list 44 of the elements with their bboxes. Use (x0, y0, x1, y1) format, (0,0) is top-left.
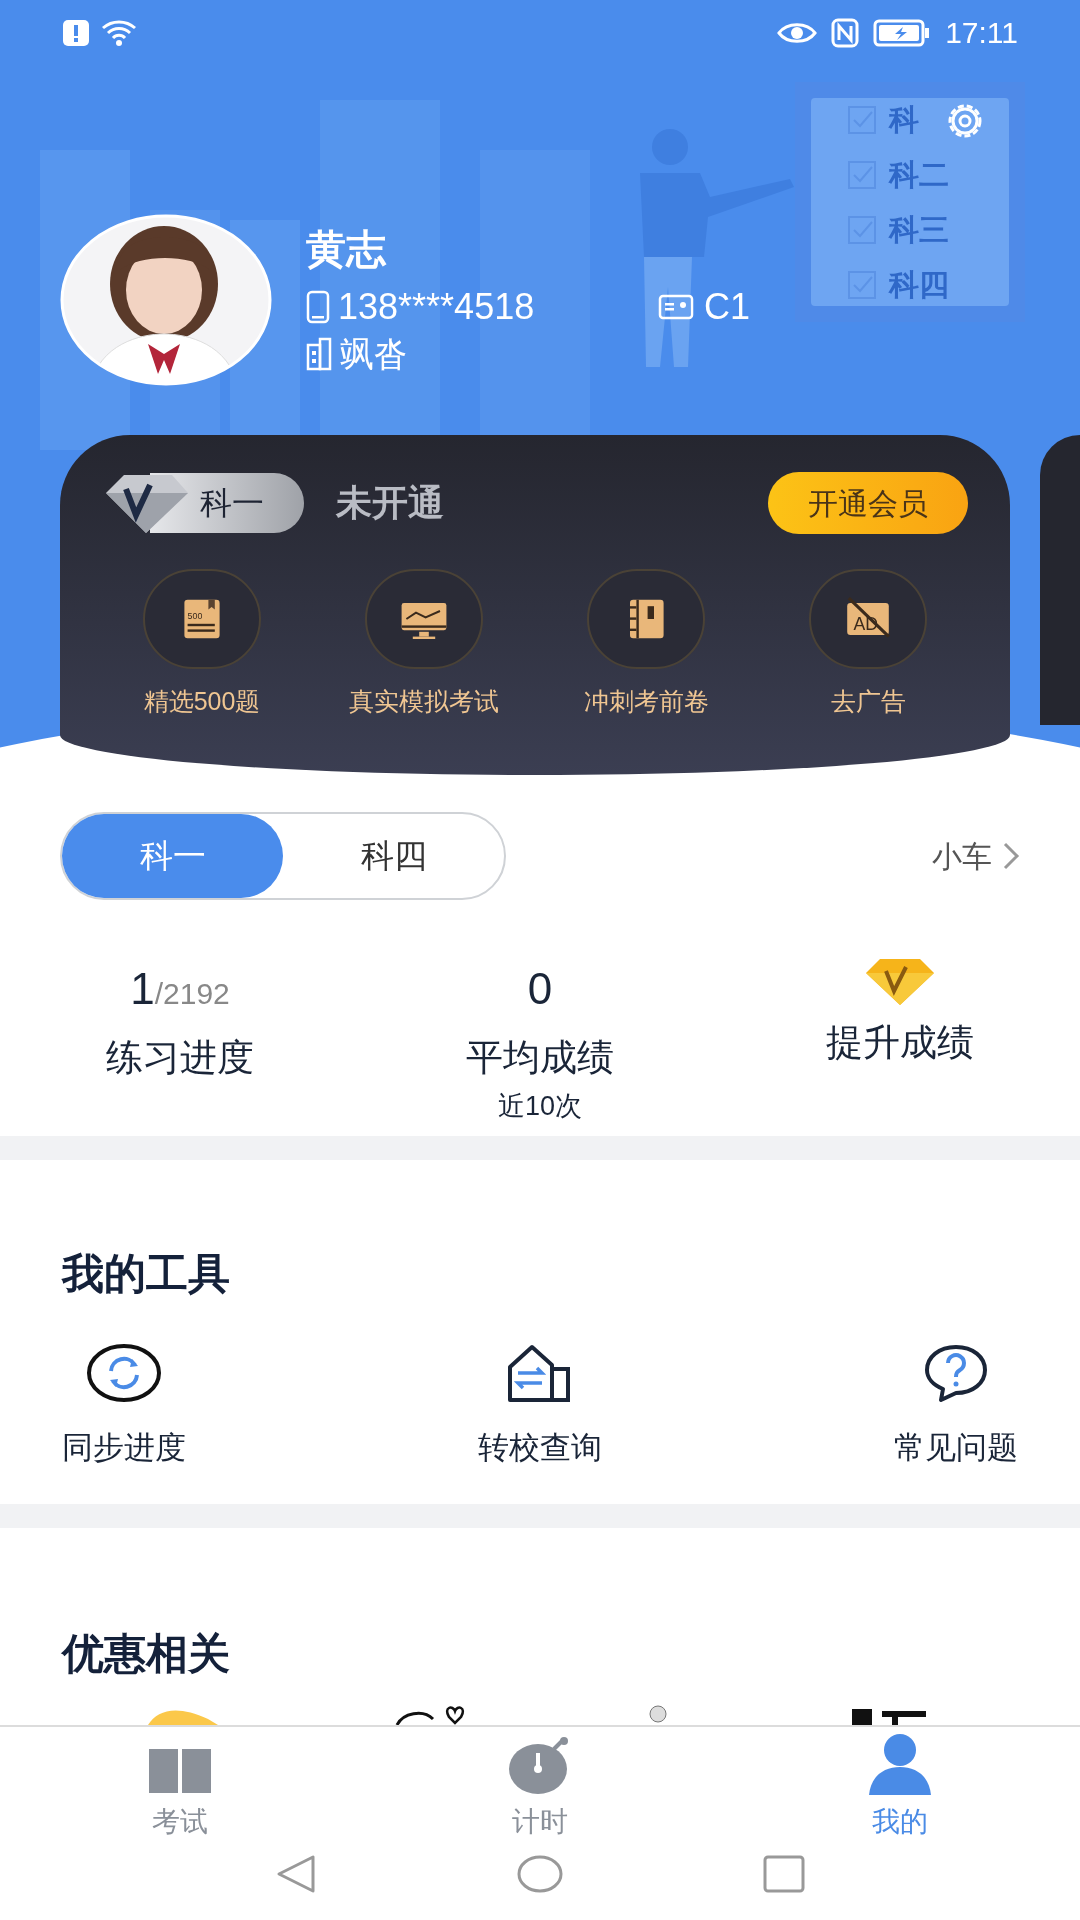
feature-label[interactable]: 去广告 (830, 683, 906, 721)
phone-number: 138****4518 (338, 289, 536, 325)
vehicle-type[interactable]: 小车 (932, 833, 992, 879)
section-title: 我的工具 (62, 1250, 230, 1297)
school-name: 飒沓 (340, 337, 408, 371)
stat-label: 练习进度 (106, 1036, 254, 1080)
stat-label: 提升成绩 (826, 1021, 974, 1065)
section-title: 优惠相关 (62, 1629, 230, 1677)
nfc-icon (831, 17, 860, 48)
home-icon[interactable] (517, 1855, 563, 1894)
promo-icon (648, 1704, 667, 1723)
feature-label[interactable]: 精选500题 (143, 683, 261, 721)
stat-note: 近10次 (497, 1089, 582, 1123)
feature-label[interactable]: 冲刺考前卷 (583, 683, 709, 721)
license-class: C1 (704, 289, 751, 325)
illustration-label: 科四 (889, 267, 949, 303)
status-time: 17:11 (945, 15, 1018, 51)
illustration-label: 科三 (889, 212, 949, 248)
chevron-right-icon (1002, 841, 1020, 871)
activate-membership-button[interactable]: 开通会员 (768, 472, 969, 534)
tool-label[interactable]: 同步进度 (62, 1425, 186, 1472)
progress-count: 1 (130, 963, 155, 1015)
illustration-label: 科二 (889, 157, 949, 193)
vip-diamond-icon (866, 958, 934, 1005)
id-card-icon (658, 293, 694, 321)
sync-icon (86, 1343, 162, 1403)
tool-label[interactable]: 常见问题 (894, 1425, 1018, 1472)
recents-icon[interactable] (763, 1855, 805, 1894)
membership-status: 未开通 (336, 481, 444, 525)
phone-icon (306, 290, 330, 324)
progress-total: /2192 (154, 977, 230, 1012)
alert-icon (62, 18, 90, 47)
building-icon (306, 337, 332, 371)
average-score: 0 (527, 963, 553, 1015)
user-name: 黄志 (306, 229, 388, 269)
battery-icon (873, 17, 932, 48)
person-icon (867, 1732, 933, 1795)
feature-label[interactable]: 真实模拟考试 (349, 683, 500, 721)
question-bubble-icon (923, 1343, 989, 1403)
tool-label[interactable]: 转校查询 (478, 1425, 602, 1472)
illustration-label: 科 (889, 102, 919, 138)
stat-label: 平均成绩 (466, 1036, 614, 1080)
subject-tab[interactable]: 科四 (283, 814, 504, 898)
open-book-icon (147, 1746, 213, 1795)
